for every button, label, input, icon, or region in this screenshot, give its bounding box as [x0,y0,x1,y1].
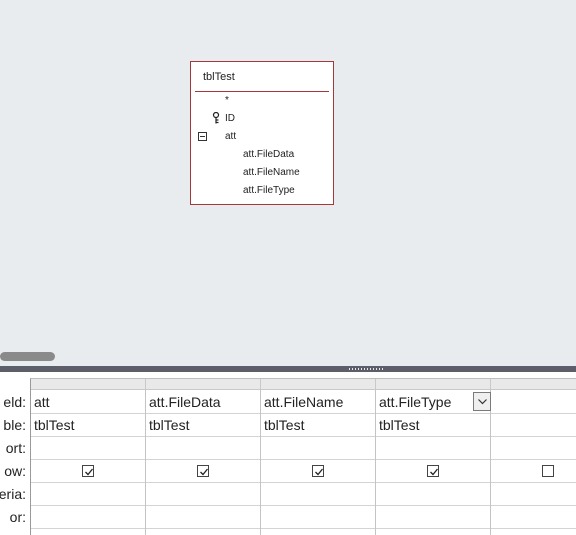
table-field-list-tbltest[interactable]: tblTest * ID att att.FileData att.FileNa… [190,61,334,205]
table-title[interactable]: tblTest [203,71,235,83]
row-label-table: ble: [3,417,26,433]
query-design-pane[interactable]: tblTest * ID att att.FileData att.FileNa… [0,0,576,366]
checkmark-icon [315,468,324,476]
grid-row-divider [31,436,576,437]
grid-row-divider [31,505,576,506]
field-att[interactable]: att [225,131,236,142]
checkmark-icon [430,468,439,476]
field-all-star[interactable]: * [225,95,229,106]
column-selector[interactable] [31,379,146,390]
show-checkbox[interactable] [82,465,94,477]
table-cell[interactable]: tblTest [34,417,74,433]
field-id[interactable]: ID [225,113,235,124]
field-att-filename[interactable]: att.FileName [243,167,300,178]
field-att-filedata[interactable]: att.FileData [243,149,294,160]
query-grid-pane: eld: ble: ort: ow: eria: or: att tblTest… [0,372,576,535]
grid-row-divider [31,482,576,483]
grid-column-divider [260,390,261,535]
checkmark-icon [200,468,209,476]
show-checkbox[interactable] [197,465,209,477]
query-design-grid[interactable]: att tblTest att.FileData tblTest att.Fil… [30,378,576,535]
field-cell[interactable]: att.FileName [264,394,343,410]
key-icon [212,112,220,124]
splitter-grip-icon[interactable] [349,368,385,370]
table-cell[interactable]: tblTest [379,417,419,433]
field-dropdown-button[interactable] [473,392,491,411]
field-att-filetype[interactable]: att.FileType [243,185,295,196]
grid-row-divider [31,528,576,529]
field-cell[interactable]: att [34,394,50,410]
grid-column-divider [375,390,376,535]
row-label-show: ow: [4,463,26,479]
show-checkbox[interactable] [542,465,554,477]
table-cell[interactable]: tblTest [149,417,189,433]
field-cell[interactable]: att.FileData [149,394,221,410]
grid-column-divider [490,390,491,535]
row-label-sort: ort: [5,440,26,456]
collapse-icon[interactable] [198,132,207,141]
column-selector[interactable] [491,379,576,390]
column-selector[interactable] [376,379,491,390]
table-cell[interactable]: tblTest [264,417,304,433]
grid-row-divider [31,413,576,414]
row-label-field: eld: [3,394,26,410]
chevron-down-icon [478,399,487,405]
checkmark-icon [85,468,94,476]
table-title-divider [195,91,329,92]
column-selector[interactable] [146,379,261,390]
column-selector[interactable] [261,379,376,390]
field-cell[interactable]: att.FileType [379,394,451,410]
grid-row-divider [31,459,576,460]
show-checkbox[interactable] [312,465,324,477]
row-label-criteria: eria: [0,486,26,502]
scrollbar-thumb[interactable] [0,352,55,361]
row-label-or: or: [9,509,26,525]
grid-column-divider [145,390,146,535]
show-checkbox[interactable] [427,465,439,477]
horizontal-scrollbar[interactable] [0,350,576,363]
